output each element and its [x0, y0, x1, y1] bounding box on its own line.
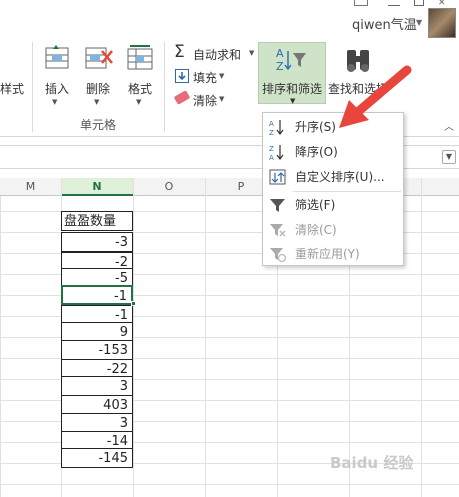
- menu-item-clear-filter[interactable]: 清除(C): [263, 218, 403, 242]
- column-header-n[interactable]: N: [61, 178, 133, 196]
- user-name[interactable]: qiwen气温: [352, 14, 417, 33]
- formula-expand-icon[interactable]: ▼: [442, 150, 456, 164]
- svg-text:Z: Z: [269, 145, 274, 153]
- svg-text:A: A: [269, 120, 274, 128]
- delete-dropdown-icon[interactable]: ▼: [94, 98, 99, 106]
- watermark: Baidu 经验: [330, 454, 414, 472]
- annotation-arrow-icon: [335, 60, 415, 135]
- filter-icon: [269, 196, 287, 214]
- menu-item-label: 清除(C): [295, 223, 337, 237]
- svg-text:A: A: [269, 154, 274, 161]
- fill-button[interactable]: 填充: [193, 69, 217, 86]
- menu-item-label: 重新应用(Y): [295, 247, 360, 261]
- format-cells-icon[interactable]: [126, 45, 154, 71]
- fill-icon[interactable]: [175, 69, 189, 83]
- column-header-o[interactable]: O: [133, 178, 205, 196]
- sort-filter-menu: AZ 升序(S) ZA 降序(O) 自定义排序(U)... 筛选(F) 清除(C…: [262, 112, 404, 266]
- group-separator: [164, 42, 165, 132]
- menu-divider: [293, 191, 401, 192]
- collapse-ribbon-icon[interactable]: ︿: [444, 118, 454, 133]
- user-dropdown-icon[interactable]: ▼: [416, 18, 422, 27]
- grid-line: [421, 178, 422, 497]
- autosum-button[interactable]: 自动求和: [193, 46, 241, 63]
- clear-button[interactable]: 清除: [193, 92, 217, 109]
- svg-text:Z: Z: [269, 129, 274, 136]
- table-cell[interactable]: -145: [61, 448, 133, 468]
- menu-item-custom-sort[interactable]: 自定义排序(U)...: [263, 165, 403, 189]
- fill-dropdown-icon[interactable]: ▼: [219, 72, 224, 80]
- sort-descending-icon: ZA: [269, 143, 287, 162]
- column-header-m[interactable]: M: [0, 178, 61, 196]
- cells-group-label: 单元格: [80, 118, 117, 132]
- ribbon-display-icon[interactable]: [354, 0, 368, 6]
- format-button[interactable]: 格式: [128, 80, 152, 97]
- format-dropdown-icon[interactable]: ▼: [136, 98, 141, 106]
- style-button[interactable]: 样式: [0, 80, 24, 97]
- menu-item-label: 降序(O): [295, 145, 338, 159]
- clear-filter-icon: [269, 221, 287, 239]
- close-button[interactable]: ✕: [438, 0, 450, 8]
- delete-button[interactable]: 删除: [86, 80, 110, 97]
- sort-ascending-icon: AZ: [269, 118, 287, 137]
- insert-cells-icon[interactable]: [44, 45, 72, 71]
- restore-button[interactable]: [414, 0, 424, 6]
- reapply-icon: [269, 245, 287, 263]
- autosum-dropdown-icon[interactable]: ▼: [249, 49, 254, 57]
- fill-handle[interactable]: [131, 301, 136, 306]
- sort-filter-label[interactable]: 排序和筛选: [262, 80, 322, 97]
- table-cell[interactable]: -153: [61, 340, 133, 360]
- menu-item-label: 升序(S): [295, 120, 336, 134]
- avatar[interactable]: [428, 8, 456, 38]
- insert-dropdown-icon[interactable]: ▼: [52, 98, 57, 106]
- menu-item-filter[interactable]: 筛选(F): [263, 193, 403, 217]
- sort-filter-icon[interactable]: AZ: [274, 45, 308, 76]
- menu-item-reapply[interactable]: 重新应用(Y): [263, 242, 403, 266]
- table-cell[interactable]: 9: [61, 322, 133, 342]
- delete-cells-icon[interactable]: [84, 45, 113, 71]
- table-cell[interactable]: 3: [61, 376, 133, 396]
- menu-item-label: 自定义排序(U)...: [295, 170, 385, 184]
- grid-line: [205, 178, 206, 497]
- table-cell[interactable]: -3: [61, 232, 133, 252]
- menu-item-sort-descending[interactable]: ZA 降序(O): [263, 140, 403, 164]
- table-cell[interactable]: 3: [61, 413, 133, 433]
- custom-sort-icon: [269, 168, 287, 186]
- insert-button[interactable]: 插入: [45, 80, 69, 97]
- clear-dropdown-icon[interactable]: ▼: [219, 95, 224, 103]
- grid-line: [133, 178, 134, 497]
- svg-text:A: A: [276, 47, 284, 60]
- sort-filter-dropdown-icon[interactable]: ▼: [290, 97, 295, 105]
- menu-item-label: 筛选(F): [295, 198, 336, 212]
- table-header-cell[interactable]: 盘盈数量: [61, 211, 133, 231]
- table-cell[interactable]: 403: [61, 395, 133, 415]
- minimize-button[interactable]: [388, 0, 400, 6]
- autosum-icon[interactable]: Σ: [174, 42, 185, 62]
- active-cell[interactable]: -1: [61, 285, 133, 305]
- svg-text:Z: Z: [276, 60, 284, 73]
- group-separator: [32, 42, 33, 132]
